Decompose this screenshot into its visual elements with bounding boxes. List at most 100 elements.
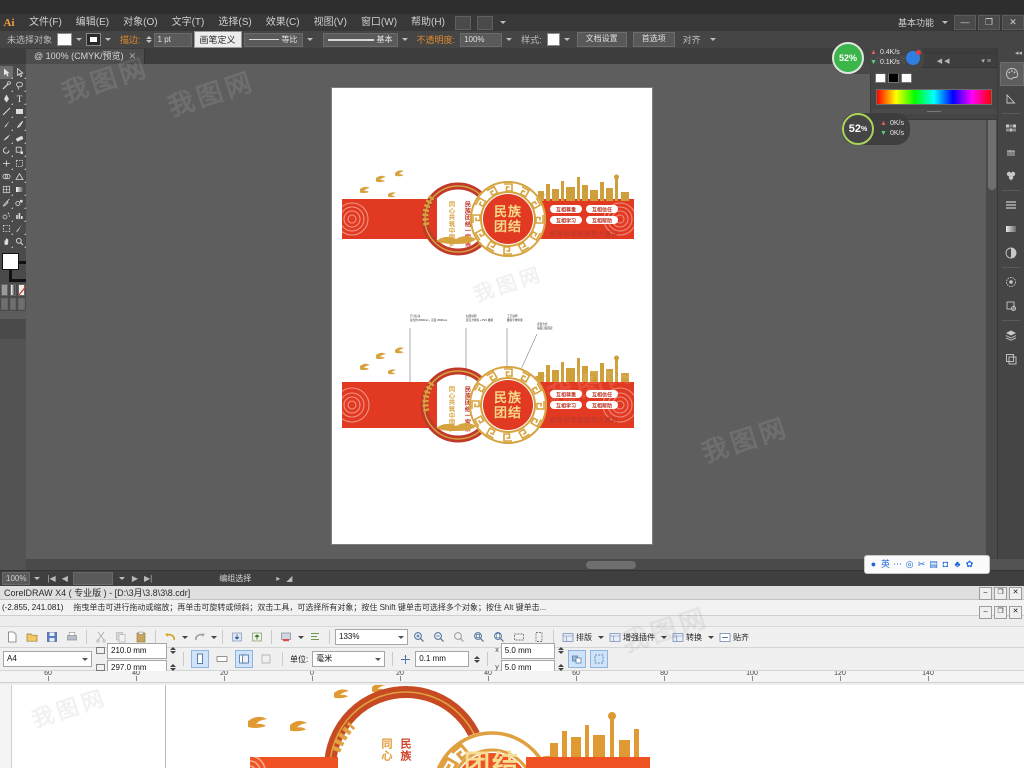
preferences-button[interactable]: 首选项: [632, 32, 675, 47]
page-height-stepper[interactable]: [170, 664, 176, 671]
duplicate-x-stepper[interactable]: [557, 647, 564, 654]
page-number-input[interactable]: [72, 572, 113, 585]
tool-paintbrush[interactable]: [0, 118, 13, 131]
tool-slice[interactable]: [13, 222, 26, 235]
symbols-panel-icon[interactable]: [1000, 165, 1022, 187]
close-button[interactable]: ✕: [1002, 15, 1024, 30]
fill-indicator-swatch[interactable]: [2, 253, 19, 270]
page-width-input[interactable]: 210.0 mm: [107, 642, 167, 659]
apply-all-pages-button[interactable]: [235, 650, 253, 668]
portrait-orientation-button[interactable]: [191, 650, 209, 668]
status-menu-icon[interactable]: ▸: [273, 574, 283, 583]
layers-panel-icon[interactable]: [1000, 324, 1022, 346]
tool-column-graph[interactable]: [13, 209, 26, 222]
color-button[interactable]: [1, 284, 8, 296]
stroke-weight-stepper[interactable]: [145, 36, 152, 43]
coreldraw-menu-row[interactable]: [0, 616, 1024, 627]
fill-stroke-indicator[interactable]: [0, 251, 30, 282]
dock-expand-icon[interactable]: ◂◂: [1015, 49, 1022, 57]
application-launcher-button[interactable]: [277, 628, 295, 646]
record-icon[interactable]: ◎: [904, 559, 915, 570]
tool-free-transform[interactable]: [13, 157, 26, 170]
first-page-button[interactable]: |◀: [44, 574, 58, 583]
shirt-icon[interactable]: ♣: [952, 559, 963, 570]
corel-app-restore[interactable]: ❐: [994, 606, 1007, 619]
maximize-button[interactable]: ❐: [978, 15, 1000, 30]
screen-mode-normal-button[interactable]: [1, 298, 8, 310]
arrange-documents-icon[interactable]: [476, 15, 493, 30]
page-chevron-icon[interactable]: [118, 577, 125, 580]
tool-rectangle[interactable]: [13, 105, 26, 118]
minimize-button[interactable]: —: [954, 15, 976, 30]
fill-chevron-icon[interactable]: [76, 38, 83, 41]
network-speed-widget-1[interactable]: 52% ▲ 0.4K/s ▼ 0.1K/s: [832, 42, 924, 74]
snap-to-objects-button[interactable]: [589, 650, 608, 668]
corel-app-close[interactable]: ✕: [1009, 606, 1022, 619]
color-guide-panel-icon[interactable]: [1000, 88, 1022, 110]
zoom-level-input[interactable]: 100%: [2, 572, 31, 585]
swatches-panel-icon[interactable]: [1000, 117, 1022, 139]
gradient-button[interactable]: [9, 284, 17, 296]
widget-badge-icon-1[interactable]: [905, 50, 921, 65]
tool-blend[interactable]: [13, 196, 26, 209]
menu-object[interactable]: 对象(O): [116, 14, 164, 31]
brush-chevron-icon[interactable]: [401, 38, 408, 41]
tool-type[interactable]: T: [13, 92, 26, 105]
translate-icon[interactable]: 英: [880, 559, 891, 570]
menu-type[interactable]: 文字(T): [165, 14, 212, 31]
scissors-icon[interactable]: ✂: [916, 559, 927, 570]
plugin-snap-button[interactable]: 贴齐: [716, 632, 752, 643]
color-guide-collapse-icon[interactable]: ◀◀: [937, 57, 952, 65]
tool-eyedropper[interactable]: [0, 196, 13, 209]
artwork-top[interactable]: 民族团结一家亲 同心共筑中国梦 民族 团结 互相尊重 互相信任 互相学习 互相帮…: [332, 151, 652, 281]
color-spectrum-bar[interactable]: [876, 89, 992, 105]
bridge-icon[interactable]: [454, 15, 471, 30]
units-select[interactable]: 毫米: [312, 651, 386, 667]
tool-perspective-grid[interactable]: [13, 170, 26, 183]
plugin-enhance-button[interactable]: 增强插件: [606, 632, 658, 643]
settings-gear-icon[interactable]: ✿: [964, 559, 975, 570]
paper-size-select[interactable]: A4: [3, 651, 92, 667]
bell-icon[interactable]: ●: [868, 559, 879, 570]
zoom-to-selection-button[interactable]: [450, 628, 468, 646]
tool-selection[interactable]: [0, 66, 13, 79]
next-page-button[interactable]: ▶: [129, 574, 141, 583]
plugin-layout-button[interactable]: 排版: [559, 632, 595, 643]
tool-pencil[interactable]: [13, 118, 26, 131]
brushes-panel-icon[interactable]: [1000, 141, 1022, 163]
tool-direct-selection[interactable]: [13, 66, 26, 79]
stroke-weight-input[interactable]: 1 pt: [153, 32, 192, 47]
document-setup-button[interactable]: 文档设置: [576, 32, 627, 47]
vertical-ruler[interactable]: [0, 685, 12, 768]
dots-icon[interactable]: ⋯: [892, 559, 903, 570]
brush-definition-select[interactable]: 基本: [322, 32, 398, 47]
tool-eraser[interactable]: [13, 131, 26, 144]
treat-as-filled-button[interactable]: [567, 650, 586, 668]
status-resize-icon[interactable]: ◢: [283, 574, 295, 583]
gradient-panel-icon[interactable]: [1000, 218, 1022, 240]
plugin-convert-dropdown-icon[interactable]: [708, 635, 714, 639]
color-panel-icon[interactable]: [1000, 62, 1024, 86]
person-icon[interactable]: ◘: [940, 559, 951, 570]
print-button[interactable]: [63, 628, 81, 646]
tool-hand[interactable]: [0, 235, 13, 248]
horizontal-scroll-thumb[interactable]: [586, 561, 636, 569]
corel-doc-minimize[interactable]: –: [979, 587, 992, 600]
graphic-styles-panel-icon[interactable]: [1000, 295, 1022, 317]
menu-help[interactable]: 帮助(H): [404, 14, 452, 31]
tool-line-segment[interactable]: [0, 105, 13, 118]
zoom-level-select[interactable]: 133%: [335, 629, 408, 645]
stroke-color-swatch[interactable]: [86, 33, 102, 46]
tool-width[interactable]: [0, 157, 13, 170]
apply-current-page-button[interactable]: [257, 650, 275, 668]
workspace-chevron-icon[interactable]: [942, 21, 948, 24]
tool-symbol-sprayer[interactable]: [0, 209, 13, 222]
color-guide-menu-icon[interactable]: ▾≡: [981, 57, 993, 65]
export-button[interactable]: [248, 628, 266, 646]
menu-view[interactable]: 视图(V): [307, 14, 354, 31]
tool-lasso[interactable]: [13, 79, 26, 92]
redo-button[interactable]: [190, 628, 208, 646]
screen-mode-presentation-button[interactable]: [18, 298, 26, 310]
fill-color-swatch[interactable]: [57, 33, 73, 46]
tool-blob-brush[interactable]: [0, 131, 13, 144]
